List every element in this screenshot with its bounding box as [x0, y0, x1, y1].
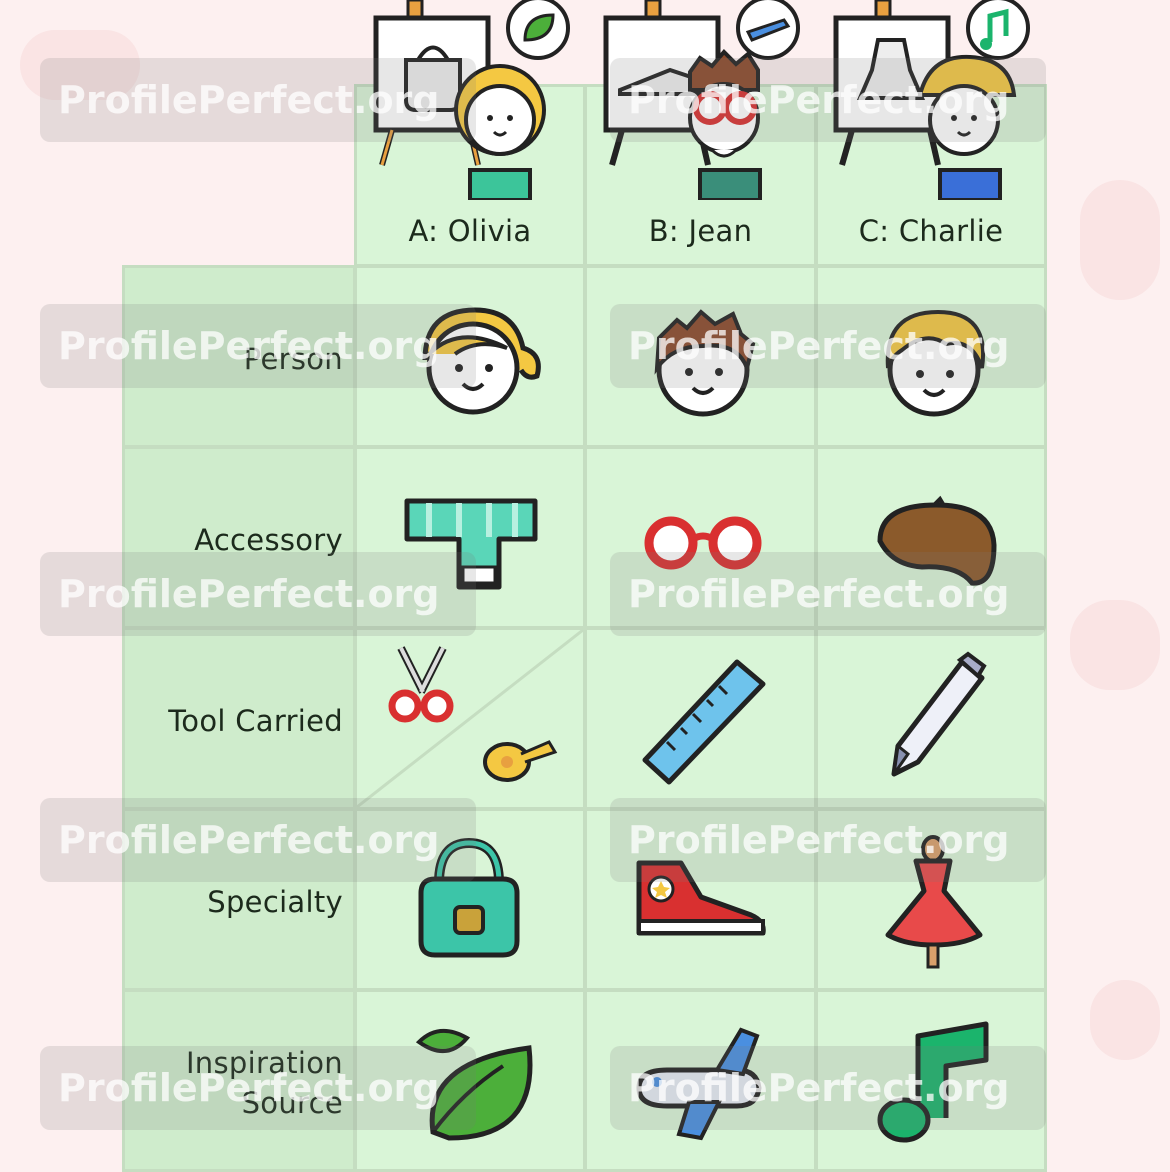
cell-tool-c[interactable] — [815, 627, 1047, 810]
watermark: ProfilePerfect.org — [40, 58, 476, 142]
watermark: ProfilePerfect.org — [610, 798, 1046, 882]
column-name: B: Jean — [648, 214, 753, 248]
cell-tool-b[interactable] — [584, 627, 817, 810]
watermark: ProfilePerfect.org — [40, 304, 476, 388]
watermark: ProfilePerfect.org — [40, 798, 476, 882]
watermark: ProfilePerfect.org — [40, 552, 476, 636]
cell-tool-a[interactable] — [354, 627, 586, 810]
pen-icon — [891, 651, 987, 777]
watermark: ProfilePerfect.org — [40, 1046, 476, 1130]
row-label: Tool Carried — [168, 704, 343, 738]
row-label: Specialty — [207, 885, 343, 919]
watermark: ProfilePerfect.org — [610, 1046, 1046, 1130]
watermark: ProfilePerfect.org — [610, 304, 1046, 388]
row-header-tool-carried: Tool Carried — [122, 627, 356, 810]
tape-measure-icon — [483, 740, 558, 782]
column-name: C: Charlie — [858, 214, 1004, 248]
column-name: A: Olivia — [408, 214, 532, 248]
ruler-icon — [642, 659, 766, 785]
watermark: ProfilePerfect.org — [610, 58, 1046, 142]
watermark: ProfilePerfect.org — [610, 552, 1046, 636]
scissors-icon — [388, 646, 454, 723]
